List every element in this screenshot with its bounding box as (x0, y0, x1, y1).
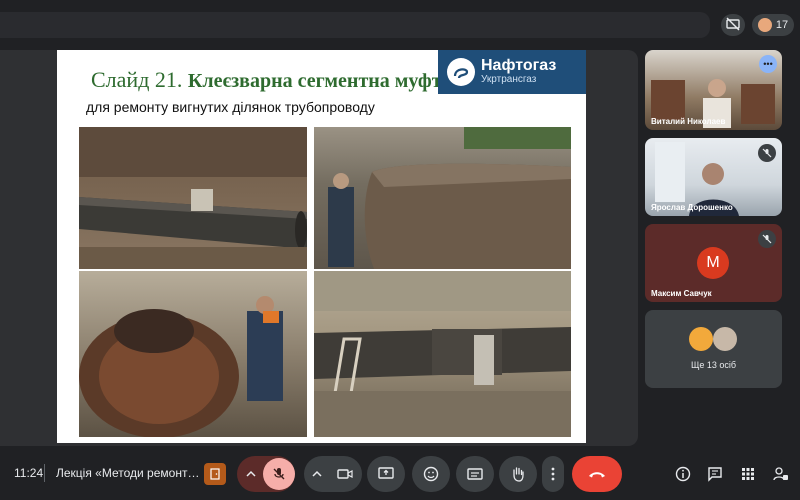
more-participants-label: Ще 13 осіб (690, 360, 737, 370)
presentation-slide: Слайд 21. Клеєзварна сегментна муфта. дл… (57, 50, 586, 443)
slide-title-prefix: Слайд 21. (91, 67, 183, 92)
hand-icon (513, 467, 524, 482)
host-controls-button[interactable] (770, 463, 792, 485)
present-off-button[interactable] (721, 14, 745, 36)
participant-tile-2[interactable]: Ярослав Дорошенко (645, 138, 782, 216)
naftogaz-mark-icon (447, 58, 475, 86)
mic-muted-indicator (758, 230, 776, 248)
naftogaz-logo: Нафтогаз Укртрансгаз (438, 50, 586, 94)
more-options-button[interactable] (542, 456, 564, 492)
separator (44, 464, 45, 482)
mic-options-button[interactable] (241, 460, 261, 488)
chat-icon (708, 467, 722, 482)
activities-button[interactable] (737, 463, 759, 485)
captions-button[interactable] (456, 456, 494, 492)
slide-title-main: Клеєзварна сегментна муфта. (187, 70, 457, 92)
mic-muted-indicator (758, 144, 776, 162)
top-bar (0, 0, 800, 44)
more-options-icon: ••• (763, 59, 773, 69)
participant-name: Ярослав Дорошенко (651, 203, 733, 212)
logo-sub: Укртрансгаз (481, 74, 537, 85)
breakout-room-button[interactable] (204, 463, 226, 485)
camera-options-button[interactable] (307, 460, 327, 488)
mic-off-icon (762, 234, 772, 244)
slide-subtitle: для ремонту вигнутих ділянок трубопровод… (86, 99, 375, 115)
avatar (689, 327, 713, 351)
chevron-up-icon (246, 470, 256, 477)
participant-count: 17 (775, 19, 789, 31)
tile-more-options-button[interactable]: ••• (759, 55, 777, 73)
host-lock-icon (773, 467, 788, 481)
photo-pipe-repair-1 (79, 127, 307, 269)
logo-name: Нафтогаз (481, 57, 557, 74)
mic-off-icon (273, 468, 285, 480)
captions-icon (467, 468, 483, 480)
clock: 11:24 (14, 466, 44, 480)
photo-pipe-repair-3 (79, 271, 307, 437)
photo-pipe-repair-2 (314, 127, 571, 269)
mic-off-icon (762, 148, 772, 158)
avatar (713, 327, 737, 351)
info-icon (675, 466, 691, 482)
apps-grid-icon (742, 468, 754, 480)
participant-tile-1[interactable]: ••• Виталий Николаев (645, 50, 782, 130)
camera-toggle-button[interactable] (329, 458, 361, 490)
slide-title: Слайд 21. Клеєзварна сегментна муфта. (91, 67, 457, 93)
video-camera-icon (337, 469, 353, 479)
chevron-up-icon (312, 470, 322, 477)
meeting-title: Лекція «Методи ремонт… (56, 466, 200, 480)
hang-up-icon (589, 472, 605, 478)
door-icon (210, 468, 220, 480)
present-screen-button[interactable] (367, 456, 405, 492)
meeting-details-button[interactable] (672, 463, 694, 485)
emoji-icon (423, 466, 439, 482)
more-vert-icon (551, 467, 555, 481)
present-screen-icon (378, 467, 394, 479)
present-off-icon (726, 17, 740, 34)
participant-name: Максим Савчук (651, 289, 712, 298)
top-strip (0, 12, 710, 38)
participant-name: Виталий Николаев (651, 117, 726, 126)
reactions-button[interactable] (412, 456, 450, 492)
mic-toggle-button[interactable] (263, 458, 295, 490)
participant-tile-3[interactable]: М Максим Савчук (645, 224, 782, 302)
participants-button[interactable]: 17 (752, 14, 794, 36)
raise-hand-button[interactable] (499, 456, 537, 492)
people-icon (757, 18, 772, 32)
leave-call-button[interactable] (572, 456, 622, 492)
chat-button[interactable] (704, 463, 726, 485)
avatar: М (697, 247, 729, 279)
photo-pipe-repair-4 (314, 271, 571, 437)
more-participants-tile[interactable]: Ще 13 осіб (645, 310, 782, 388)
